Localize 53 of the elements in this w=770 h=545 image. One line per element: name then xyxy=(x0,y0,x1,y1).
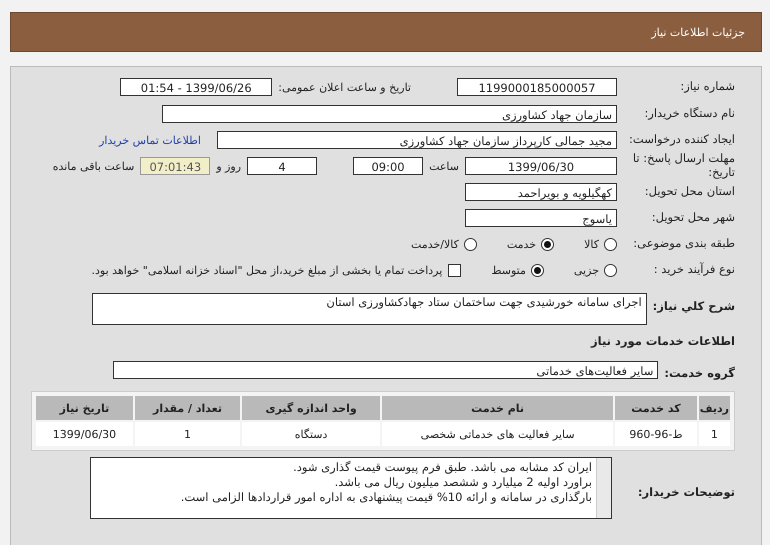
days-field: 4 xyxy=(247,157,318,175)
table-cell: 1399/06/30 xyxy=(36,422,133,446)
table-cell: 1 xyxy=(698,422,730,446)
column-header: واحد اندازه گیری xyxy=(242,396,380,420)
notes-line: ایران کد مشابه می باشد. طبق فرم پیوست قیمت گذاری شود. xyxy=(292,460,592,475)
field-label: تاریخ و ساعت اعلان عمومی: xyxy=(278,80,411,94)
creator-field: مجید جمالی کارپرداز سازمان جهاد کشاورزی xyxy=(217,131,617,149)
column-header: تاریخ نیاز xyxy=(36,396,133,420)
table-cell: سایر فعالیت های خدماتی شخصی xyxy=(382,422,614,446)
column-header: کد خدمت xyxy=(615,396,697,420)
field-label: استان محل تحویل: xyxy=(644,185,735,199)
time-label: ساعت xyxy=(429,160,459,172)
process-radio[interactable]: جزیی xyxy=(574,264,617,276)
notes-line: براورد اولیه 2 میلیارد و ششصد میلیون ریال می باشد. xyxy=(334,475,592,490)
field-label: شماره نیاز: xyxy=(679,80,735,94)
days-label: روز و xyxy=(216,160,242,172)
field-label: نوع فرآیند خرید : xyxy=(652,263,735,277)
city-field: یاسوج xyxy=(465,209,617,227)
table-cell: دستگاه xyxy=(242,422,380,446)
table-cell: ط-96-960 xyxy=(615,422,697,446)
category-radio[interactable]: کالا/خدمت xyxy=(411,238,477,250)
need-number-field: 1199000185000057 xyxy=(457,78,617,96)
deadline-time-field: 09:00 xyxy=(353,157,424,175)
section-heading: اطلاعات خدمات مورد نیاز xyxy=(591,334,735,348)
buyer-contact-link[interactable]: اطلاعات تماس خریدار xyxy=(99,134,201,146)
column-header: ردیف xyxy=(698,396,730,420)
scrollbar-icon xyxy=(596,458,611,518)
field-label: طبقه بندی موضوعی: xyxy=(632,237,735,251)
field-label: مهلت ارسال پاسخ: تا تاریخ: xyxy=(632,152,735,180)
category-radio[interactable]: کالا xyxy=(584,238,617,250)
field-label: ایجاد کننده درخواست: xyxy=(628,133,735,147)
field-label: گروه خدمت: xyxy=(664,366,735,380)
remaining-time-field: 07:01:43 xyxy=(140,157,210,175)
process-radio[interactable]: متوسط xyxy=(491,264,544,276)
field-label: شهر محل تحویل: xyxy=(650,211,735,225)
notes-line: بارگذاری در سامانه و ارائه 10% قیمت پیشنهادی به اداره امور قراردادها الزامی است. xyxy=(180,490,592,505)
field-label: توضیحات خریدار: xyxy=(638,485,735,499)
province-field: کهگیلویه و بویراحمد xyxy=(465,183,617,201)
column-header: تعداد / مقدار xyxy=(134,396,240,420)
payment-label: پرداخت تمام یا بخشی از مبلغ خرید،از محل "اسناد خزانه اسلامی" خواهد بود. xyxy=(92,264,442,276)
field-label: نام دستگاه خریدار: xyxy=(643,107,735,121)
table-cell: 1 xyxy=(134,422,240,446)
buyer-org-field: سازمان جهاد کشاورزی xyxy=(162,105,617,123)
announce-date-field: 1399/06/26 - 01:54 xyxy=(120,78,272,96)
category-radio[interactable]: خدمت xyxy=(506,238,554,250)
field-label: شرح کلي نياز: xyxy=(652,299,735,313)
remaining-label: ساعت باقی مانده xyxy=(52,160,134,172)
checkbox[interactable] xyxy=(448,264,462,276)
deadline-date-field: 1399/06/30 xyxy=(465,157,617,175)
service-group-field: سایر فعالیت‌های خدماتی xyxy=(113,361,658,379)
page-title: جزئیات اطلاعات نیاز xyxy=(651,26,745,38)
description-field: اجرای سامانه خورشیدی جهت ساختمان ستاد جهادکشاورزی استان xyxy=(92,293,647,325)
column-header: نام خدمت xyxy=(382,396,614,420)
